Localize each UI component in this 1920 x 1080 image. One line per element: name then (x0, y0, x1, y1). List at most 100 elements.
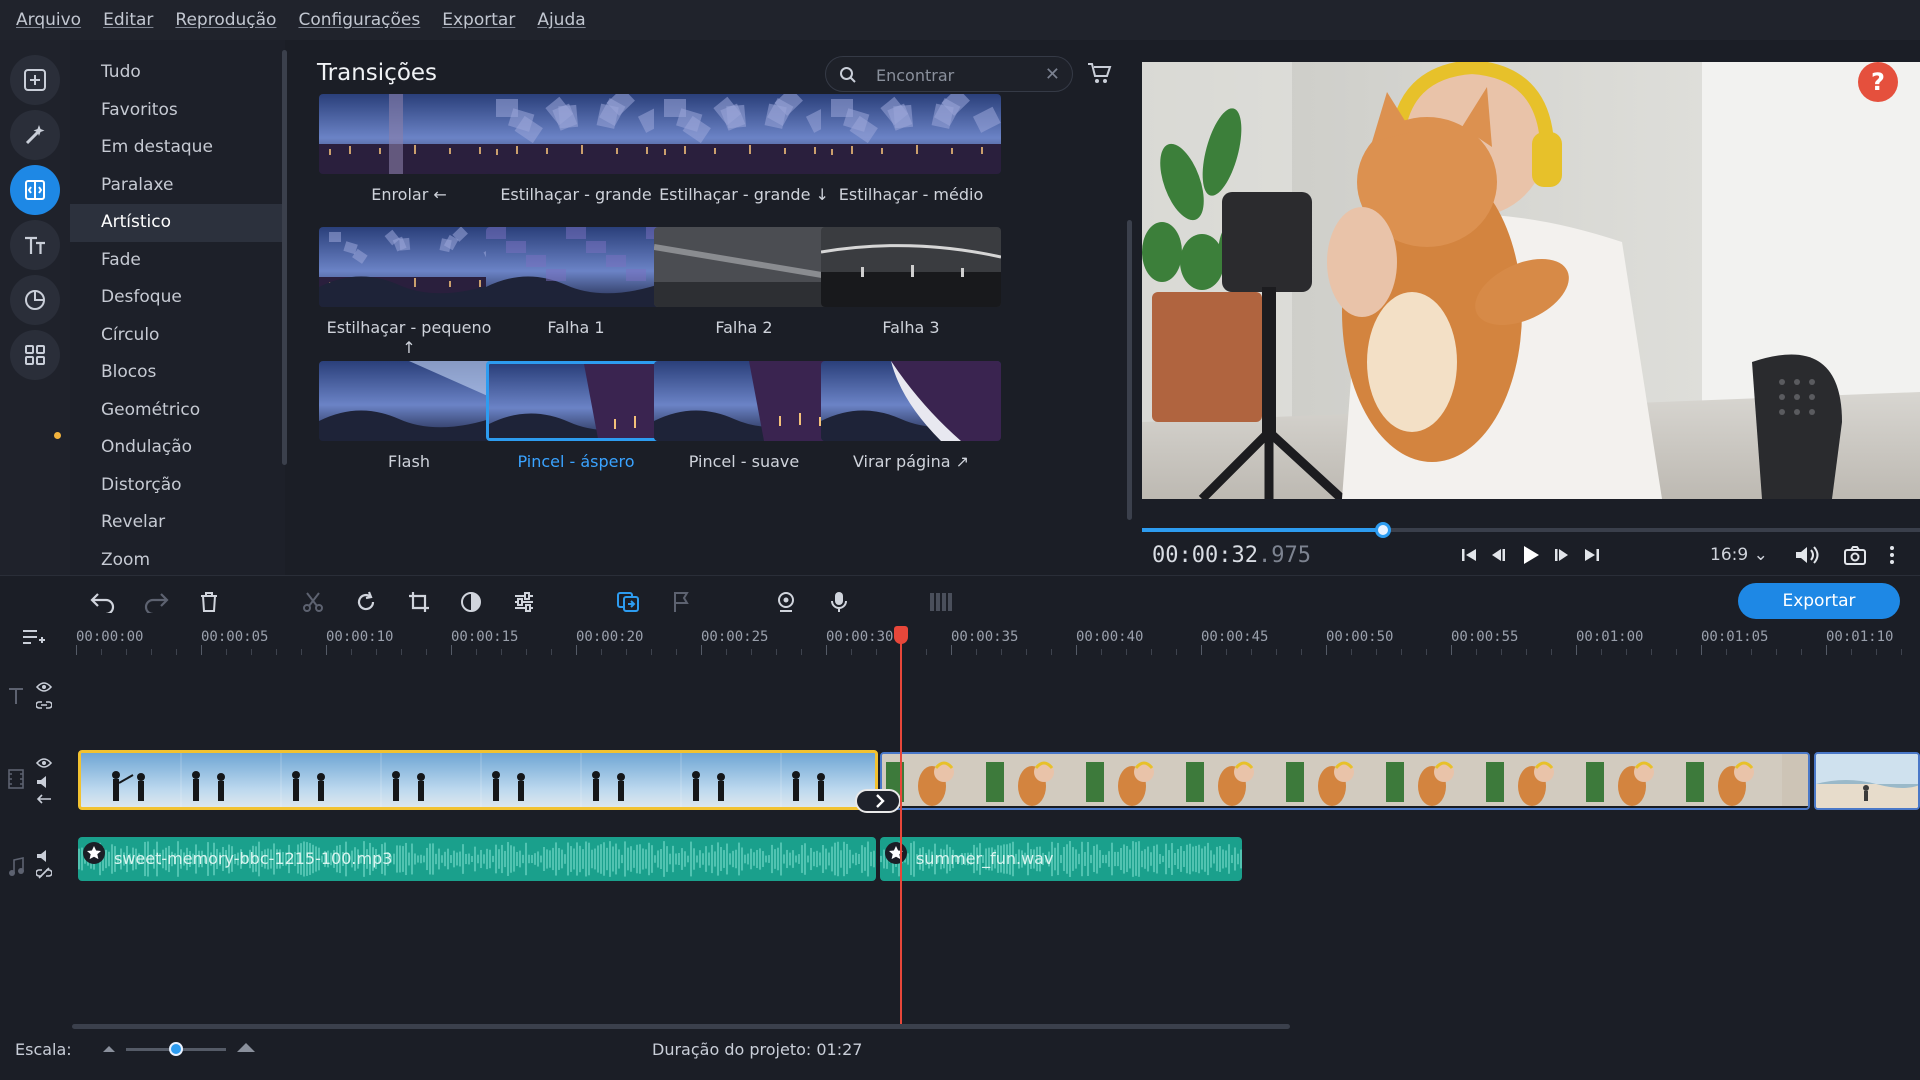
search-input[interactable] (876, 63, 1036, 87)
zoom-in-icon[interactable] (236, 1041, 256, 1053)
transition-label: Estilhaçar - grande (500, 185, 652, 204)
playhead-handle[interactable] (894, 626, 909, 644)
ruler-minor-tick (1501, 649, 1502, 655)
help-button[interactable]: ? (1858, 62, 1898, 102)
transition-marker[interactable] (855, 789, 901, 813)
transition-tile[interactable]: Pincel - suave (654, 361, 834, 472)
skip-to-end-button[interactable] (1578, 541, 1606, 569)
clip-properties-button[interactable] (510, 588, 538, 616)
category-item[interactable]: Tudo (70, 54, 285, 92)
delete-button[interactable] (195, 588, 223, 616)
transition-tile[interactable]: Enrolar ← (319, 94, 499, 205)
add-track-icon[interactable] (22, 627, 46, 647)
add-marker-button[interactable] (667, 588, 695, 616)
crop-button[interactable] (405, 588, 433, 616)
transition-tile[interactable]: Falha 2 (654, 227, 834, 338)
category-item[interactable]: Em destaque (70, 129, 285, 167)
transition-tile[interactable]: Falha 3 (821, 227, 1001, 338)
volume-button[interactable] (1793, 541, 1821, 569)
category-item[interactable]: Paralaxe (70, 167, 285, 205)
category-item[interactable]: Ondulação (70, 429, 285, 467)
transition-wizard-button[interactable] (614, 588, 642, 616)
redo-button[interactable] (142, 588, 170, 616)
category-item[interactable]: Círculo (70, 317, 285, 355)
category-item[interactable]: Revelar (70, 504, 285, 542)
transition-tile[interactable]: Estilhaçar - grande (486, 94, 666, 205)
more-tools-button[interactable] (10, 330, 60, 380)
menu-editar[interactable]: Editar (103, 10, 153, 30)
video-clip-cat[interactable] (880, 752, 1810, 810)
audio-track-mute-icon[interactable] (36, 849, 52, 863)
video-track-mute-icon[interactable] (36, 775, 52, 789)
ruler-minor-tick (1651, 649, 1652, 655)
scale-slider-handle[interactable] (169, 1042, 183, 1056)
video-clip-silhouettes[interactable] (78, 750, 878, 810)
color-adjust-button[interactable] (457, 588, 485, 616)
category-item[interactable]: Blocos (70, 354, 285, 392)
favorite-star-icon[interactable] (885, 842, 907, 864)
undo-button[interactable] (89, 588, 117, 616)
more-options-button[interactable] (1878, 541, 1906, 569)
time-ruler[interactable]: 00:00:00 00:00:05 00:00:10 00:00:15 00:00:20… (72, 625, 1920, 657)
text-track-visibility-icon[interactable] (36, 681, 52, 693)
menu-arquivo[interactable]: Arquivo (16, 10, 81, 30)
transition-tile[interactable]: Virar página ↗ (821, 361, 1001, 472)
transition-tile[interactable]: Pincel - áspero (486, 361, 666, 472)
panel-scrollbar[interactable] (1127, 220, 1132, 520)
category-item[interactable]: Artístico (70, 204, 285, 242)
playhead-line[interactable] (900, 627, 903, 1025)
video-clip-beach[interactable] (1814, 752, 1920, 810)
audio-clip-2[interactable]: summer_fun.wav (880, 837, 1242, 881)
video-preview[interactable] (1142, 62, 1920, 499)
transition-thumbnail (821, 227, 1001, 307)
transition-label: Estilhaçar - grande ↓ (659, 185, 829, 204)
next-frame-button[interactable] (1548, 541, 1576, 569)
zoom-out-icon[interactable] (102, 1043, 116, 1053)
transition-tile[interactable]: Flash (319, 361, 499, 472)
menu-ajuda[interactable]: Ajuda (537, 10, 585, 30)
search-box[interactable]: ✕ (825, 56, 1073, 92)
rotate-button[interactable] (352, 588, 380, 616)
category-item[interactable]: Geométrico (70, 392, 285, 430)
menu-exportar[interactable]: Exportar (442, 10, 515, 30)
record-video-button[interactable] (772, 588, 800, 616)
record-voice-button[interactable] (825, 588, 853, 616)
category-item[interactable]: Fade (70, 242, 285, 280)
play-button[interactable] (1516, 541, 1544, 569)
clear-search-icon[interactable]: ✕ (1045, 64, 1060, 85)
transition-tile[interactable]: Estilhaçar - pequeno ↑ (319, 227, 499, 358)
stickers-button[interactable] (10, 275, 60, 325)
menu-configuracoes[interactable]: Configurações (298, 10, 420, 30)
cut-button[interactable] (299, 588, 327, 616)
audio-clip-1[interactable]: sweet-memory-bbc-1215-100.mp3 (78, 837, 876, 881)
video-track-visibility-icon[interactable] (36, 757, 52, 769)
transition-tile[interactable]: Estilhaçar - médio (821, 94, 1001, 205)
transition-label: Virar página ↗ (852, 452, 970, 471)
audio-levels-button[interactable] (927, 588, 955, 616)
video-track-ripple-icon[interactable] (36, 793, 52, 805)
preview-scrubber[interactable] (1142, 522, 1920, 538)
import-button[interactable] (10, 55, 60, 105)
audio-track-unlink-icon[interactable] (36, 867, 52, 879)
transition-tile[interactable]: Estilhaçar - grande ↓ (654, 94, 834, 205)
category-scrollbar[interactable] (282, 50, 287, 465)
aspect-ratio-dropdown[interactable]: 16:9 ⌄ (1710, 545, 1768, 565)
timeline-scrollbar[interactable] (72, 1024, 1290, 1029)
store-cart-icon[interactable] (1086, 60, 1112, 86)
transition-tile[interactable]: Falha 1 (486, 227, 666, 338)
category-item[interactable]: Distorção (70, 467, 285, 505)
category-item[interactable]: Desfoque (70, 279, 285, 317)
previous-frame-button[interactable] (1484, 541, 1512, 569)
transitions-button[interactable] (10, 165, 60, 215)
filters-button[interactable] (10, 110, 60, 160)
export-button[interactable]: Exportar (1738, 583, 1900, 619)
category-item[interactable]: Favoritos (70, 92, 285, 130)
favorite-star-icon[interactable] (83, 842, 105, 864)
snapshot-button[interactable] (1841, 541, 1869, 569)
scale-slider[interactable] (126, 1042, 226, 1056)
skip-to-start-button[interactable] (1455, 541, 1483, 569)
menu-reproducao[interactable]: Reprodução (175, 10, 276, 30)
text-track-link-icon[interactable] (36, 699, 52, 711)
category-item[interactable]: Zoom (70, 542, 285, 576)
titles-button[interactable] (10, 220, 60, 270)
